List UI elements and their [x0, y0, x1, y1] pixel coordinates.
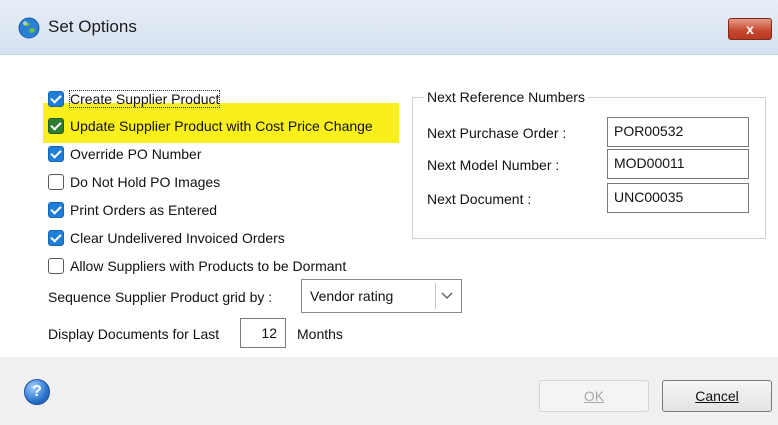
next-purchase-order-input[interactable]: POR00532 — [607, 117, 749, 147]
sequence-label: Sequence Supplier Product grid by : — [48, 289, 273, 305]
option-update-supplier-product[interactable]: Update Supplier Product with Cost Price … — [48, 114, 373, 138]
checkbox-icon[interactable] — [48, 202, 64, 218]
ok-button[interactable]: OK — [539, 380, 649, 412]
sequence-dropdown[interactable]: Vendor rating — [301, 279, 462, 313]
app-globe-icon — [18, 17, 40, 39]
checkbox-icon[interactable] — [48, 146, 64, 162]
group-title: Next Reference Numbers — [424, 89, 588, 105]
checkbox-icon[interactable] — [48, 230, 64, 246]
checkbox-icon[interactable] — [48, 174, 64, 190]
close-button[interactable]: x — [728, 18, 772, 40]
chevron-down-icon[interactable] — [435, 283, 458, 309]
option-label: Allow Suppliers with Products to be Dorm… — [70, 258, 347, 274]
option-do-not-hold-po-images[interactable]: Do Not Hold PO Images — [48, 170, 220, 194]
option-print-orders-as-entered[interactable]: Print Orders as Entered — [48, 198, 217, 222]
title-bar: Set Options x — [0, 0, 778, 55]
next-model-number-label: Next Model Number : — [427, 157, 560, 173]
option-clear-undelivered-invoiced-orders[interactable]: Clear Undelivered Invoiced Orders — [48, 226, 285, 250]
option-label: Clear Undelivered Invoiced Orders — [70, 230, 285, 246]
months-label: Months — [297, 326, 343, 342]
checkbox-icon[interactable] — [48, 258, 64, 274]
checkbox-icon[interactable] — [48, 91, 64, 107]
help-icon[interactable]: ? — [24, 379, 50, 405]
display-months-input[interactable]: 12 — [240, 318, 286, 348]
set-options-dialog: Set Options x Create Supplier Product Up… — [0, 0, 778, 425]
cancel-label: Cancel — [695, 388, 739, 404]
option-create-supplier-product[interactable]: Create Supplier Product — [48, 87, 221, 111]
option-label: Print Orders as Entered — [70, 202, 218, 218]
next-model-number-input[interactable]: MOD00011 — [607, 149, 749, 179]
ok-label: OK — [583, 388, 605, 404]
next-purchase-order-label: Next Purchase Order : — [427, 125, 567, 141]
next-document-input[interactable]: UNC00035 — [607, 183, 749, 213]
display-documents-label: Display Documents for Last — [48, 326, 220, 342]
checkbox-icon[interactable] — [48, 118, 64, 134]
cancel-button[interactable]: Cancel — [662, 380, 772, 412]
option-label: Do Not Hold PO Images — [70, 174, 221, 190]
option-label: Update Supplier Product with Cost Price … — [70, 118, 373, 134]
option-override-po-number[interactable]: Override PO Number — [48, 142, 201, 166]
dialog-title: Set Options — [48, 17, 137, 36]
option-label: Override PO Number — [70, 146, 202, 162]
option-allow-suppliers-dormant[interactable]: Allow Suppliers with Products to be Dorm… — [48, 254, 346, 278]
next-document-label: Next Document : — [427, 191, 532, 207]
sequence-selected-value: Vendor rating — [310, 288, 394, 304]
option-label: Create Supplier Product — [68, 90, 221, 108]
